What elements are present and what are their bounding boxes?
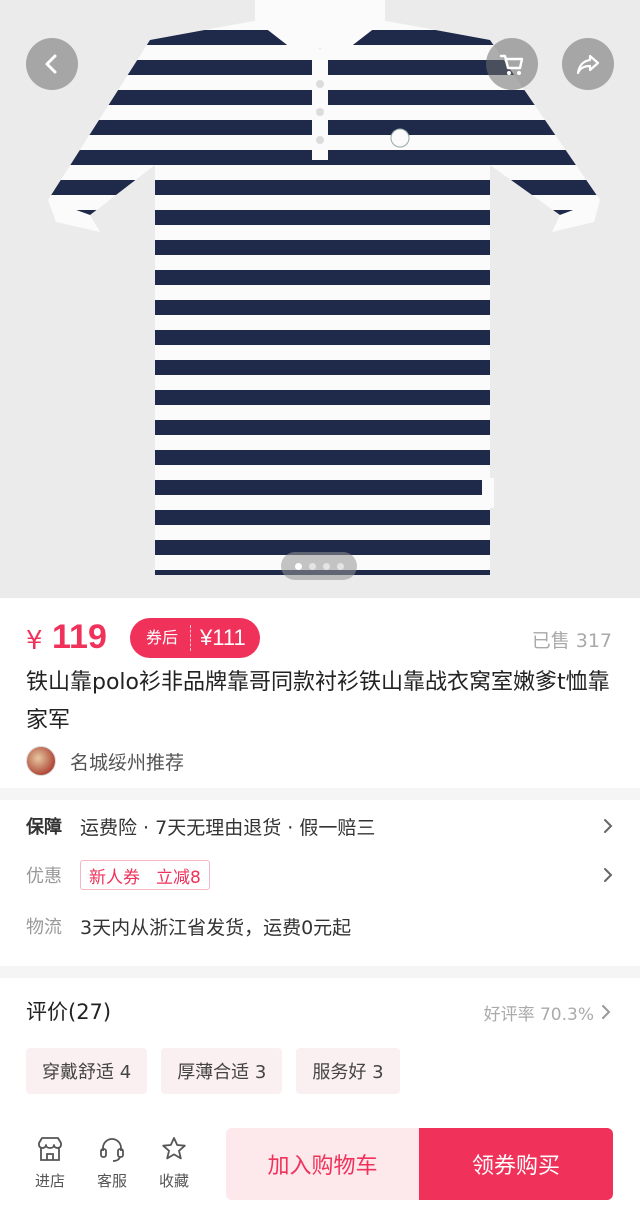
shipping-label: 物流 [26,917,62,938]
back-button[interactable] [26,38,78,90]
guarantee-label: 保障 [26,817,62,838]
shop-recommendation[interactable]: 名城绥州推荐 [26,744,184,778]
bottom-action-bar: 进店 客服 收藏 加入购物车 领券购买 [0,1118,640,1207]
promo-new-user: 新人券 [89,867,140,888]
carousel-dot [308,562,316,570]
store-icon [38,1137,62,1161]
headset-icon [100,1138,124,1162]
shopping-cart-icon [499,54,524,75]
favorite-button[interactable]: 收藏 [148,1134,200,1191]
chevron-left-icon [45,54,57,74]
customer-service-button[interactable]: 客服 [86,1134,138,1191]
promo-label: 优惠 [26,866,62,887]
shipping-text: 3天内从浙江省发货，运费0元起 [80,916,352,939]
chevron-right-icon[interactable] [600,1003,612,1021]
review-tag[interactable]: 服务好 3 [296,1048,400,1094]
chevron-right-icon [604,819,613,833]
product-image [48,0,600,575]
price-row: ¥ 119 券后 ¥111 已售 317 [26,618,616,660]
guarantee-text: 运费险 · 7天无理由退货 · 假一赔三 [80,816,376,839]
store-label: 进店 [34,1172,65,1190]
cart-button[interactable] [486,38,538,90]
shipping-row: 物流 3天内从浙江省发货，运费0元起 [26,906,616,946]
star-icon [162,1137,186,1160]
carousel-dot [294,562,302,570]
shop-avatar [26,746,56,776]
review-tags: 穿戴舒适 4 厚薄合适 3 服务好 3 [26,1048,400,1094]
product-image-carousel[interactable] [0,0,640,598]
add-to-cart-button[interactable]: 加入购物车 [226,1128,419,1200]
section-divider [0,788,640,800]
store-button[interactable]: 进店 [24,1134,76,1191]
review-tag[interactable]: 厚薄合适 3 [161,1048,283,1094]
reviews-title[interactable]: 评价(27) [26,996,111,1026]
product-title: 铁山靠polo衫非品牌靠哥同款衬衫铁山靠战衣窝室嫩爹t恤靠家军 [26,670,610,733]
sold-count: 已售 317 [531,630,612,652]
promo-discount: 立减8 [156,867,201,888]
section-divider [0,966,640,978]
coupon-price-badge: 券后 ¥111 [130,618,260,658]
favorite-label: 收藏 [158,1172,189,1190]
customer-service-label: 客服 [96,1172,127,1190]
buy-with-coupon-button[interactable]: 领券购买 [419,1128,613,1200]
guarantee-row[interactable]: 保障 运费险 · 7天无理由退货 · 假一赔三 [26,806,616,846]
carousel-indicator [281,552,357,580]
chevron-right-icon [604,868,613,882]
carousel-dot [336,562,344,570]
share-button[interactable] [562,38,614,90]
price-value: 119 [52,618,107,656]
positive-rate[interactable]: 好评率 70.3% [484,1000,594,1025]
coupon-price: ¥111 [200,625,246,650]
review-tag[interactable]: 穿戴舒适 4 [26,1048,148,1094]
shop-name: 名城绥州推荐 [70,751,185,774]
coupon-label: 券后 [130,625,192,651]
promo-tag: 新人券 立减8 [80,860,210,890]
currency-symbol: ¥ [26,626,43,656]
promotion-row[interactable]: 优惠 新人券 立减8 [26,855,616,895]
share-arrow-icon [576,54,600,75]
carousel-dot [322,562,330,570]
